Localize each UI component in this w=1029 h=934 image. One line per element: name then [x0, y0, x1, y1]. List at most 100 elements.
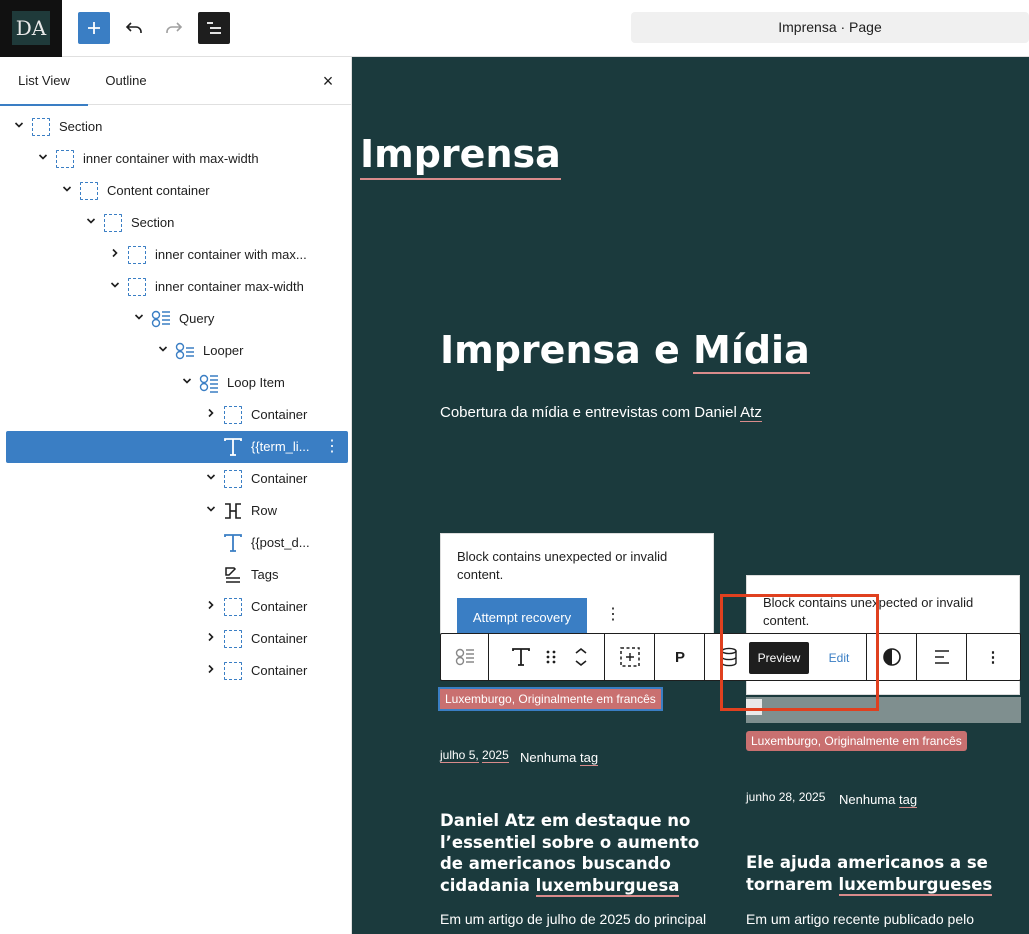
move-up-down-icon[interactable] — [569, 645, 593, 669]
loop-item-parent-icon[interactable] — [453, 645, 477, 669]
toolbar-paragraph-group: P — [655, 634, 705, 680]
post-title[interactable]: Daniel Atz em destaque no l’essentiel so… — [440, 810, 715, 897]
subtitle-link[interactable]: Atz — [740, 404, 762, 422]
dashed-container-icon — [222, 404, 244, 426]
chevron-down-icon[interactable] — [203, 503, 219, 519]
chevron-down-icon[interactable] — [35, 151, 51, 167]
toolbar-select-group — [605, 634, 655, 680]
post-excerpt-2: Em um artigo recente publicado pelo — [746, 911, 975, 927]
list-view-row[interactable]: {{post_d... — [6, 527, 348, 559]
chevron-down-icon[interactable] — [155, 343, 171, 359]
toolbar-block-group — [497, 634, 605, 680]
post-tags-text-2: Nenhuma — [839, 792, 899, 807]
list-view-row[interactable]: Container — [6, 463, 348, 495]
plus-icon — [88, 22, 100, 34]
list-view-row-label: Loop Item — [227, 375, 285, 390]
list-view-row-label: Section — [59, 119, 103, 134]
dashed-container-icon — [102, 212, 124, 234]
editor-top-toolbar: DA Imprensa · Page — [0, 0, 1029, 57]
editor-canvas[interactable]: Imprensa Imprensa e Mídia Cobertura da m… — [352, 57, 1029, 934]
list-view-row-label: Query — [179, 311, 215, 326]
redo-icon — [166, 22, 183, 33]
list-view-row[interactable]: Section — [6, 207, 348, 239]
list-view-row[interactable]: Container — [6, 655, 348, 687]
chevron-down-icon[interactable] — [107, 279, 123, 295]
list-view-row[interactable]: Query — [6, 303, 348, 335]
contrast-icon[interactable] — [880, 645, 904, 669]
dashed-container-icon — [222, 468, 244, 490]
term-list-label[interactable]: Luxemburgo, Originalmente em francês — [746, 731, 967, 751]
section-heading[interactable]: Imprensa e Mídia — [440, 327, 810, 374]
list-view-row[interactable]: Section — [6, 111, 348, 143]
add-block-button[interactable] — [78, 12, 110, 44]
invalid-block-message: Block contains unexpected or invalid con… — [457, 549, 668, 582]
list-view-row[interactable]: Tags — [6, 559, 348, 591]
chevron-down-icon[interactable] — [179, 375, 195, 391]
post-tags-text: Nenhuma — [520, 750, 580, 765]
redo-button[interactable] — [158, 12, 190, 44]
list-view-row[interactable]: {{term_li... ⋮ — [6, 431, 348, 463]
chevron-right-icon[interactable] — [107, 247, 123, 263]
chevron-down-icon[interactable] — [203, 471, 219, 487]
text-icon — [222, 532, 244, 554]
more-options-icon[interactable]: ⋮ — [981, 645, 1005, 669]
site-logo-text[interactable]: DA — [12, 11, 50, 45]
term-list-label-selected[interactable]: Luxemburgo, Originalmente em francês — [438, 687, 663, 711]
list-view-row[interactable]: Content container — [6, 175, 348, 207]
close-icon[interactable]: × — [316, 69, 340, 93]
chevron-down-icon[interactable] — [11, 119, 27, 135]
paragraph-button[interactable]: P — [668, 645, 692, 669]
chevron-down-icon[interactable] — [59, 183, 75, 199]
list-view-row-label: Container — [251, 599, 308, 614]
dashed-container-icon — [222, 660, 244, 682]
list-view-row[interactable]: Container — [6, 623, 348, 655]
dashed-container-icon — [222, 596, 244, 618]
align-left-icon[interactable] — [930, 645, 954, 669]
chevron-down-icon[interactable] — [131, 311, 147, 327]
drag-handle-icon[interactable] — [539, 645, 563, 669]
list-view-row[interactable]: inner container max-width — [6, 271, 348, 303]
tab-list-view[interactable]: List View — [0, 57, 88, 106]
post-title-2[interactable]: Ele ajuda americanos a se tornarem luxem… — [746, 852, 1029, 896]
text-block-icon[interactable] — [509, 645, 533, 669]
post-tags[interactable]: Nenhuma tag — [520, 750, 599, 766]
post-tags-2[interactable]: Nenhuma tag — [839, 792, 918, 808]
undo-icon — [125, 22, 142, 33]
list-view-row[interactable]: Row — [6, 495, 348, 527]
chevron-right-icon[interactable] — [203, 599, 219, 615]
document-overview-button[interactable] — [198, 12, 230, 44]
undo-button[interactable] — [118, 12, 150, 44]
post-date-day: julho 5, — [440, 748, 479, 763]
list-view-row[interactable]: Container — [6, 399, 348, 431]
post-date-year: 2025 — [482, 748, 509, 763]
post-title-link: luxemburguesa — [535, 875, 680, 897]
post-date-2[interactable]: junho 28, 2025 — [746, 790, 825, 804]
more-options-icon[interactable]: ⋮ — [605, 606, 621, 624]
post-tags-link-2: tag — [898, 792, 918, 808]
tab-outline[interactable]: Outline — [100, 57, 152, 105]
attempt-recovery-button[interactable]: Attempt recovery — [457, 598, 587, 638]
list-view-row[interactable]: Container — [6, 591, 348, 623]
query-icon — [150, 308, 172, 330]
list-view-row[interactable]: Loop Item — [6, 367, 348, 399]
list-view-row-label: Container — [251, 631, 308, 646]
select-parent-icon[interactable] — [618, 645, 642, 669]
list-view-row[interactable]: Looper — [6, 335, 348, 367]
list-view-row[interactable]: inner container with max... — [6, 239, 348, 271]
list-view-row-label: inner container with max-width — [83, 151, 259, 166]
panel-tabs: List View Outline × — [0, 57, 352, 106]
dashed-container-icon — [126, 244, 148, 266]
loop-item-icon — [198, 372, 220, 394]
document-title-bar[interactable]: Imprensa · Page — [631, 12, 1029, 43]
section-subtitle[interactable]: Cobertura da mídia e entrevistas com Dan… — [440, 404, 762, 422]
chevron-right-icon[interactable] — [203, 407, 219, 423]
list-view-row[interactable]: inner container with max-width — [6, 143, 348, 175]
site-logo[interactable]: DA — [0, 0, 62, 57]
dashed-container-icon — [78, 180, 100, 202]
post-date[interactable]: julho 5, 2025 — [440, 748, 509, 763]
page-heading[interactable]: Imprensa — [360, 131, 561, 180]
chevron-right-icon[interactable] — [203, 631, 219, 647]
row-options-icon[interactable]: ⋮ — [324, 437, 340, 457]
chevron-down-icon[interactable] — [83, 215, 99, 231]
chevron-right-icon[interactable] — [203, 663, 219, 679]
